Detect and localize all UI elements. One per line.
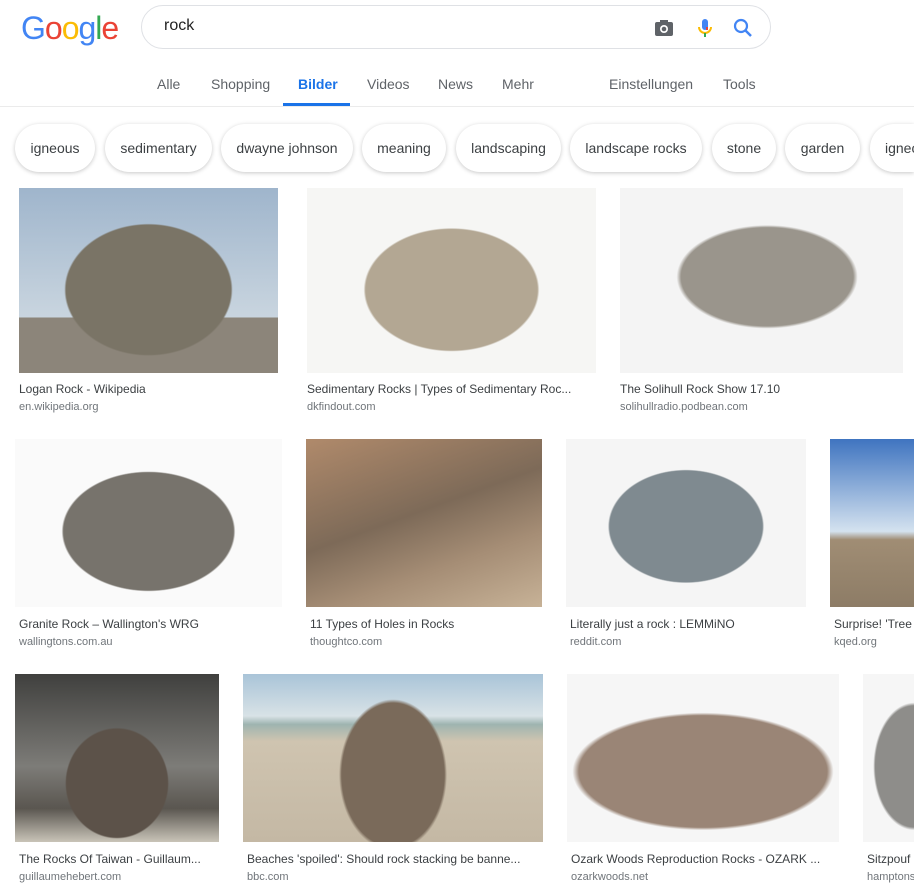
tab-news[interactable]: News [438,76,473,92]
divider [0,106,914,107]
result-image[interactable] [863,674,914,842]
result-title[interactable]: Beaches 'spoiled': Should rock stacking … [247,852,543,866]
result-source: bbc.com [247,871,289,883]
result-image[interactable] [567,674,839,842]
result-tile[interactable]: Logan Rock - Wikipedia en.wikipedia.org [19,188,278,423]
result-source: ozarkwoods.net [571,871,649,883]
camera-icon[interactable] [653,17,675,39]
result-image[interactable] [19,188,278,373]
result-tile[interactable]: The Rocks Of Taiwan - Guillaum... guilla… [15,674,219,885]
result-title[interactable]: Literally just a rock : LEMMiNO [570,617,806,631]
result-source: dkfindout.com [307,401,376,413]
chip-igneous-2[interactable]: igneous [870,124,914,172]
result-image[interactable] [620,188,903,373]
result-title[interactable]: The Rocks Of Taiwan - Guillaum... [19,852,219,866]
tab-shopping[interactable]: Shopping [211,76,270,92]
result-tile[interactable]: The Solihull Rock Show 17.10 solihullrad… [620,188,903,423]
result-source: guillaumehebert.com [19,871,122,883]
settings-link[interactable]: Einstellungen [609,76,693,92]
tab-videos[interactable]: Videos [367,76,410,92]
result-image[interactable] [15,439,282,607]
result-image[interactable] [15,674,219,842]
chip-stone[interactable]: stone [712,124,776,172]
search-input[interactable] [162,16,626,36]
google-logo[interactable]: Google [21,10,119,47]
chip-igneous[interactable]: igneous [15,124,95,172]
result-image[interactable] [243,674,543,842]
result-source: kqed.org [834,636,877,648]
result-title[interactable]: 11 Types of Holes in Rocks [310,617,542,631]
result-image[interactable] [830,439,914,607]
result-source: hamptons [867,871,914,883]
result-source: reddit.com [570,636,622,648]
result-tile[interactable]: Surprise! 'Tree kqed.org [830,439,914,654]
search-icon[interactable] [732,17,754,39]
result-tile[interactable]: Sitzpouf hamptons [863,674,914,885]
result-tile[interactable]: Ozark Woods Reproduction Rocks - OZARK .… [567,674,839,885]
result-source: solihullradio.podbean.com [620,401,748,413]
result-title[interactable]: Surprise! 'Tree [834,617,914,631]
result-tile[interactable]: Granite Rock – Wallington's WRG wallingt… [15,439,282,654]
result-source: thoughtco.com [310,636,383,648]
result-source: en.wikipedia.org [19,401,99,413]
result-image[interactable] [307,188,596,373]
tab-bilder[interactable]: Bilder [298,76,338,92]
result-title[interactable]: Granite Rock – Wallington's WRG [19,617,282,631]
result-title[interactable]: The Solihull Rock Show 17.10 [620,382,903,396]
result-tile[interactable]: Sedimentary Rocks | Types of Sedimentary… [307,188,596,423]
result-title[interactable]: Ozark Woods Reproduction Rocks - OZARK .… [571,852,839,866]
result-title[interactable]: Sedimentary Rocks | Types of Sedimentary… [307,382,596,396]
microphone-icon[interactable] [694,17,716,39]
chip-sedimentary[interactable]: sedimentary [105,124,212,172]
result-title[interactable]: Logan Rock - Wikipedia [19,382,278,396]
result-title[interactable]: Sitzpouf [867,852,914,866]
chip-garden[interactable]: garden [785,124,860,172]
result-image[interactable] [306,439,542,607]
tools-link[interactable]: Tools [723,76,756,92]
result-image[interactable] [566,439,806,607]
result-tile[interactable]: Literally just a rock : LEMMiNO reddit.c… [566,439,806,654]
tab-mehr[interactable]: Mehr [502,76,534,92]
chip-landscape-rocks[interactable]: landscape rocks [570,124,702,172]
chip-landscaping[interactable]: landscaping [456,124,561,172]
tab-alle[interactable]: Alle [157,76,180,92]
chip-meaning[interactable]: meaning [362,124,446,172]
result-tile[interactable]: Beaches 'spoiled': Should rock stacking … [243,674,543,885]
result-source: wallingtons.com.au [19,636,113,648]
chip-dwayne-johnson[interactable]: dwayne johnson [221,124,353,172]
result-tile[interactable]: 11 Types of Holes in Rocks thoughtco.com [306,439,542,654]
search-box [141,5,771,49]
